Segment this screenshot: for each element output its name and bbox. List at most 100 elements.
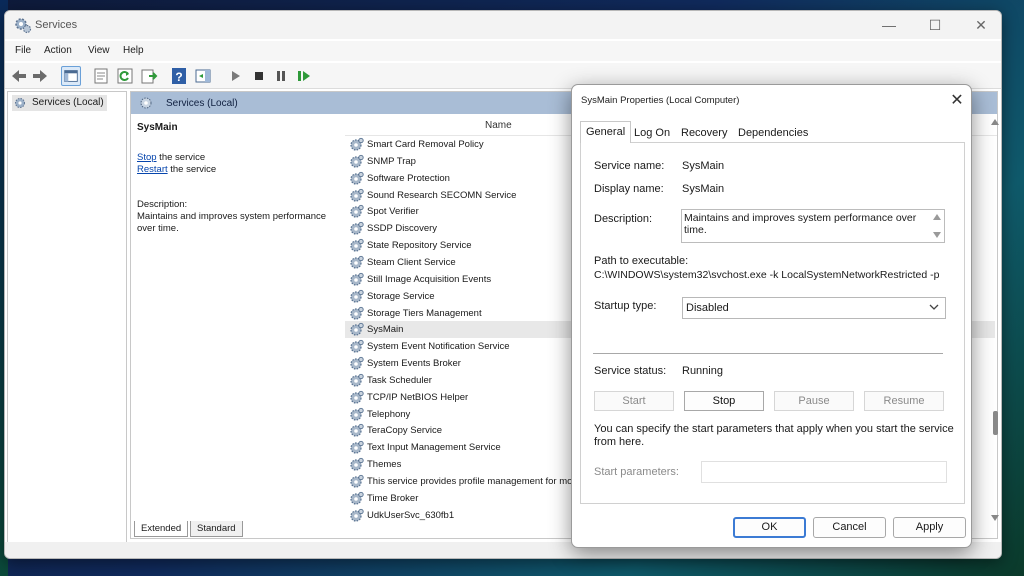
stop-service-link[interactable]: Stop <box>137 152 157 163</box>
service-name-cell: SSDP Discovery <box>367 223 438 235</box>
service-gear-icon <box>349 171 364 186</box>
service-name-cell: Task Scheduler <box>367 374 432 386</box>
service-name-value: SysMain <box>682 160 725 172</box>
description-label: Description: <box>137 199 188 210</box>
service-name-cell: Themes <box>367 459 402 471</box>
service-name-cell: Text Input Management Service <box>367 442 501 454</box>
start-params-input[interactable] <box>701 461 947 483</box>
scroll-up-icon[interactable] <box>991 119 999 125</box>
service-gear-icon <box>349 407 364 422</box>
scroll-up-icon[interactable] <box>933 214 941 220</box>
pane-title: Services (Local) <box>166 98 238 109</box>
service-name-cell: Spot Verifier <box>367 206 419 218</box>
svg-text:?: ? <box>175 70 182 84</box>
startup-type-dropdown[interactable]: Disabled <box>682 297 946 319</box>
service-name-cell: Sound Research SECOMN Service <box>367 189 517 201</box>
service-name-cell: Software Protection <box>367 172 450 184</box>
tab-recovery[interactable]: Recovery <box>676 123 732 143</box>
close-button[interactable]: ✕ <box>959 13 1001 37</box>
console-tree: Services (Local) <box>7 91 127 546</box>
selected-service-name: SysMain <box>137 122 178 133</box>
ok-button[interactable]: OK <box>733 517 806 538</box>
service-gear-icon <box>349 423 364 438</box>
show-action-pane-icon[interactable] <box>193 66 213 86</box>
service-name-cell: Storage Service <box>367 290 435 302</box>
description-textbox[interactable]: Maintains and improves system performanc… <box>681 209 945 243</box>
service-gear-icon <box>349 390 364 405</box>
service-status-label: Service status: <box>594 365 667 377</box>
dialog-close-button[interactable]: ✕ <box>947 90 967 110</box>
column-header-name[interactable]: Name <box>485 120 512 131</box>
menu-action[interactable]: Action <box>44 45 72 56</box>
stop-service-rest: the service <box>156 152 206 163</box>
forward-arrow-icon[interactable] <box>30 66 50 86</box>
view-tabs: Extended Standard <box>130 521 330 539</box>
services-gear-icon <box>15 18 32 34</box>
service-gear-icon <box>349 474 364 489</box>
resume-button[interactable]: Resume <box>864 391 944 411</box>
service-gear-icon <box>349 457 364 472</box>
service-gear-icon <box>349 272 364 287</box>
service-name-cell: Smart Card Removal Policy <box>367 139 484 150</box>
tab-dependencies[interactable]: Dependencies <box>733 123 813 143</box>
stop-service-line: Stop the service <box>137 152 205 163</box>
service-gear-icon <box>349 356 364 371</box>
menu-bar: File Action View Help <box>5 41 1001 61</box>
service-name-cell: System Event Notification Service <box>367 341 510 353</box>
minimize-button[interactable]: — <box>867 13 911 37</box>
maximize-button[interactable]: ☐ <box>913 13 957 37</box>
tab-standard[interactable]: Standard <box>190 521 243 537</box>
service-name-cell: Time Broker <box>367 492 419 504</box>
properties-icon[interactable] <box>91 66 111 86</box>
resume-icon[interactable] <box>293 66 313 86</box>
tree-item-services-local[interactable]: Services (Local) <box>12 95 107 111</box>
cancel-button[interactable]: Cancel <box>813 517 886 538</box>
start-button[interactable]: Start <box>594 391 674 411</box>
stop-icon[interactable] <box>249 66 269 86</box>
show-hide-console-tree-icon[interactable] <box>61 66 81 86</box>
service-name-cell: Storage Tiers Management <box>367 307 482 319</box>
scroll-down-icon[interactable] <box>991 515 999 521</box>
menu-help[interactable]: Help <box>123 45 144 56</box>
service-gear-icon <box>349 188 364 203</box>
tab-general[interactable]: General <box>580 121 632 143</box>
apply-button[interactable]: Apply <box>893 517 966 538</box>
refresh-icon[interactable] <box>115 66 135 86</box>
description-value: Maintains and improves system performanc… <box>684 212 917 236</box>
service-name-cell: Steam Client Service <box>367 256 456 268</box>
service-gear-icon <box>349 508 364 522</box>
service-gear-icon <box>349 322 364 337</box>
service-gear-icon <box>349 204 364 219</box>
restart-service-link[interactable]: Restart <box>137 164 168 175</box>
description-scrollbar[interactable] <box>930 210 944 242</box>
tab-log-on[interactable]: Log On <box>629 123 675 143</box>
play-icon[interactable] <box>225 66 245 86</box>
properties-dialog: SysMain Properties (Local Computer) ✕ Ge… <box>571 84 972 548</box>
service-gear-icon <box>349 137 364 152</box>
menu-file[interactable]: File <box>15 45 31 56</box>
scroll-thumb[interactable] <box>993 411 998 435</box>
pause-icon[interactable] <box>271 66 291 86</box>
back-arrow-icon[interactable] <box>9 66 29 86</box>
service-name-cell: UdkUserSvc_630fb1 <box>367 509 455 521</box>
help-icon[interactable]: ? <box>169 66 189 86</box>
vertical-scrollbar[interactable] <box>988 113 1001 525</box>
service-name-cell: TCP/IP NetBIOS Helper <box>367 391 469 403</box>
service-name-cell: Telephony <box>367 408 411 420</box>
description-text: Maintains and improves system performanc… <box>137 211 327 234</box>
tab-extended[interactable]: Extended <box>134 521 189 537</box>
startup-type-value: Disabled <box>686 302 729 314</box>
export-list-icon[interactable] <box>139 66 159 86</box>
service-gear-icon <box>349 255 364 270</box>
stop-button[interactable]: Stop <box>684 391 764 411</box>
scroll-down-icon[interactable] <box>933 232 941 238</box>
service-name-cell: SysMain <box>367 324 404 336</box>
start-params-label: Start parameters: <box>594 466 679 478</box>
menu-view[interactable]: View <box>88 45 110 56</box>
service-status-value: Running <box>682 365 723 377</box>
service-gear-icon <box>349 440 364 455</box>
service-gear-icon <box>349 289 364 304</box>
pause-button[interactable]: Pause <box>774 391 854 411</box>
extended-description-panel: SysMain Stop the service Restart the ser… <box>131 114 343 538</box>
restart-service-line: Restart the service <box>137 164 216 175</box>
